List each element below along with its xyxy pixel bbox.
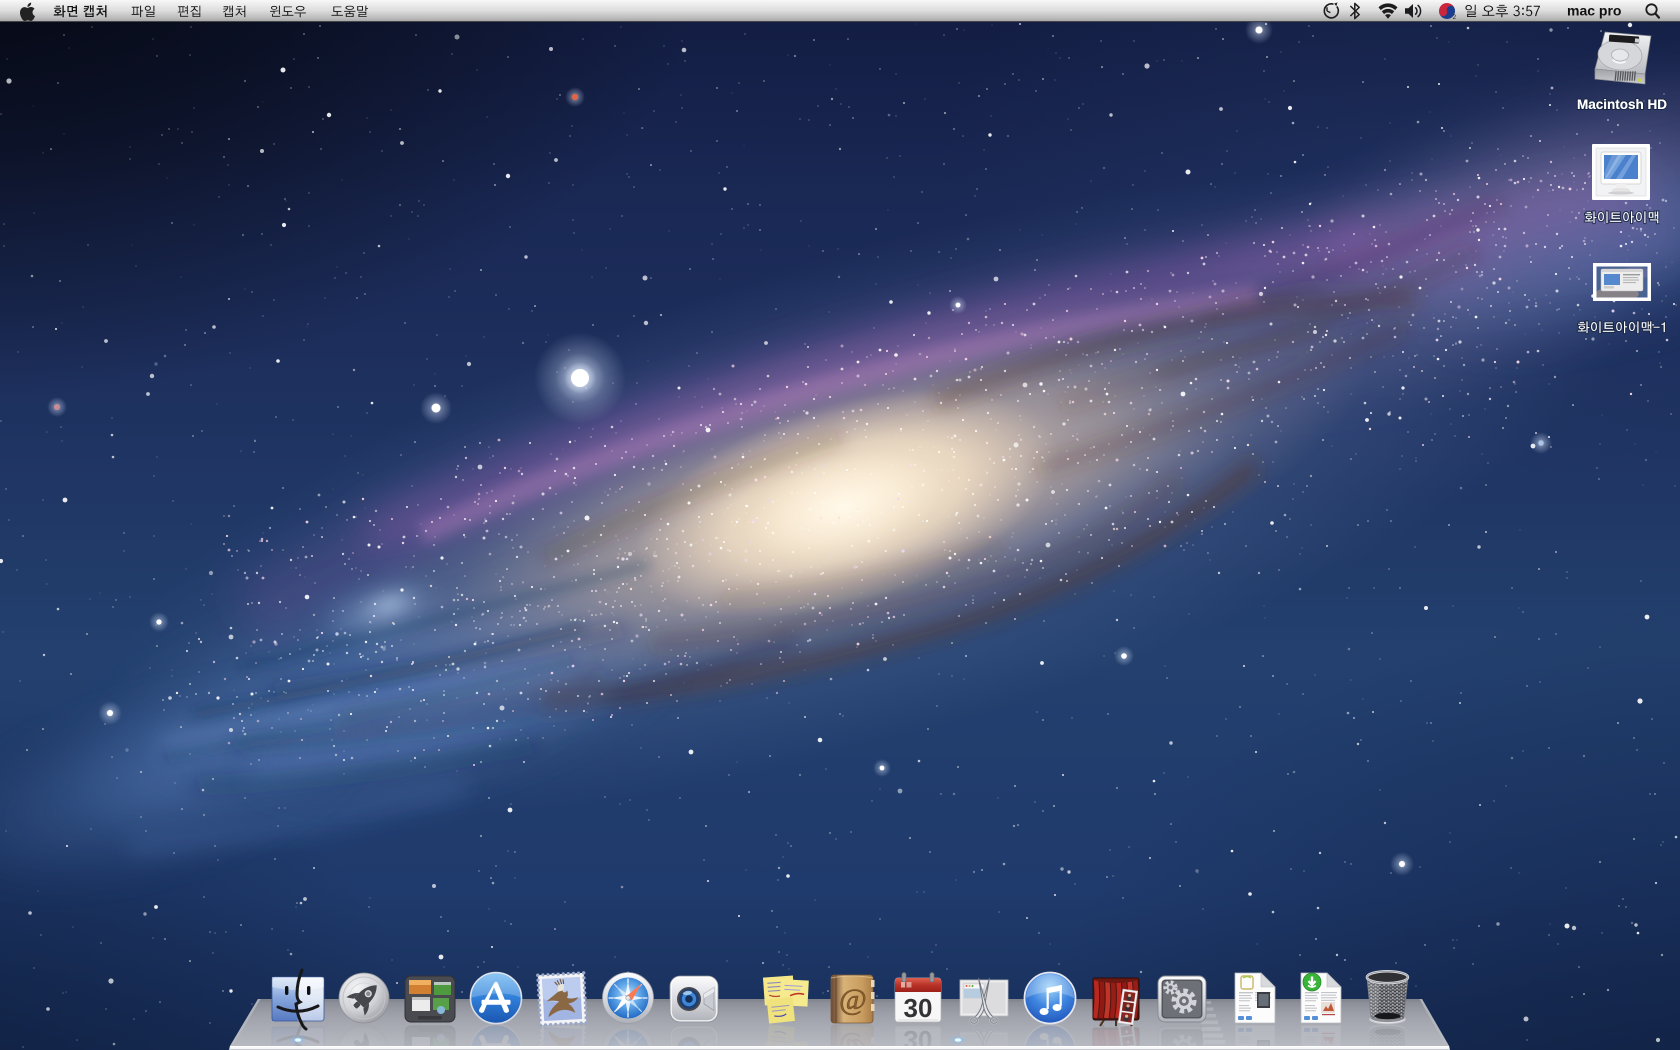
svg-text:mac pro: mac pro [1567,3,1621,19]
svg-text:2: 2 [1453,14,1457,21]
svg-text:Macintosh HD: Macintosh HD [1577,97,1667,112]
